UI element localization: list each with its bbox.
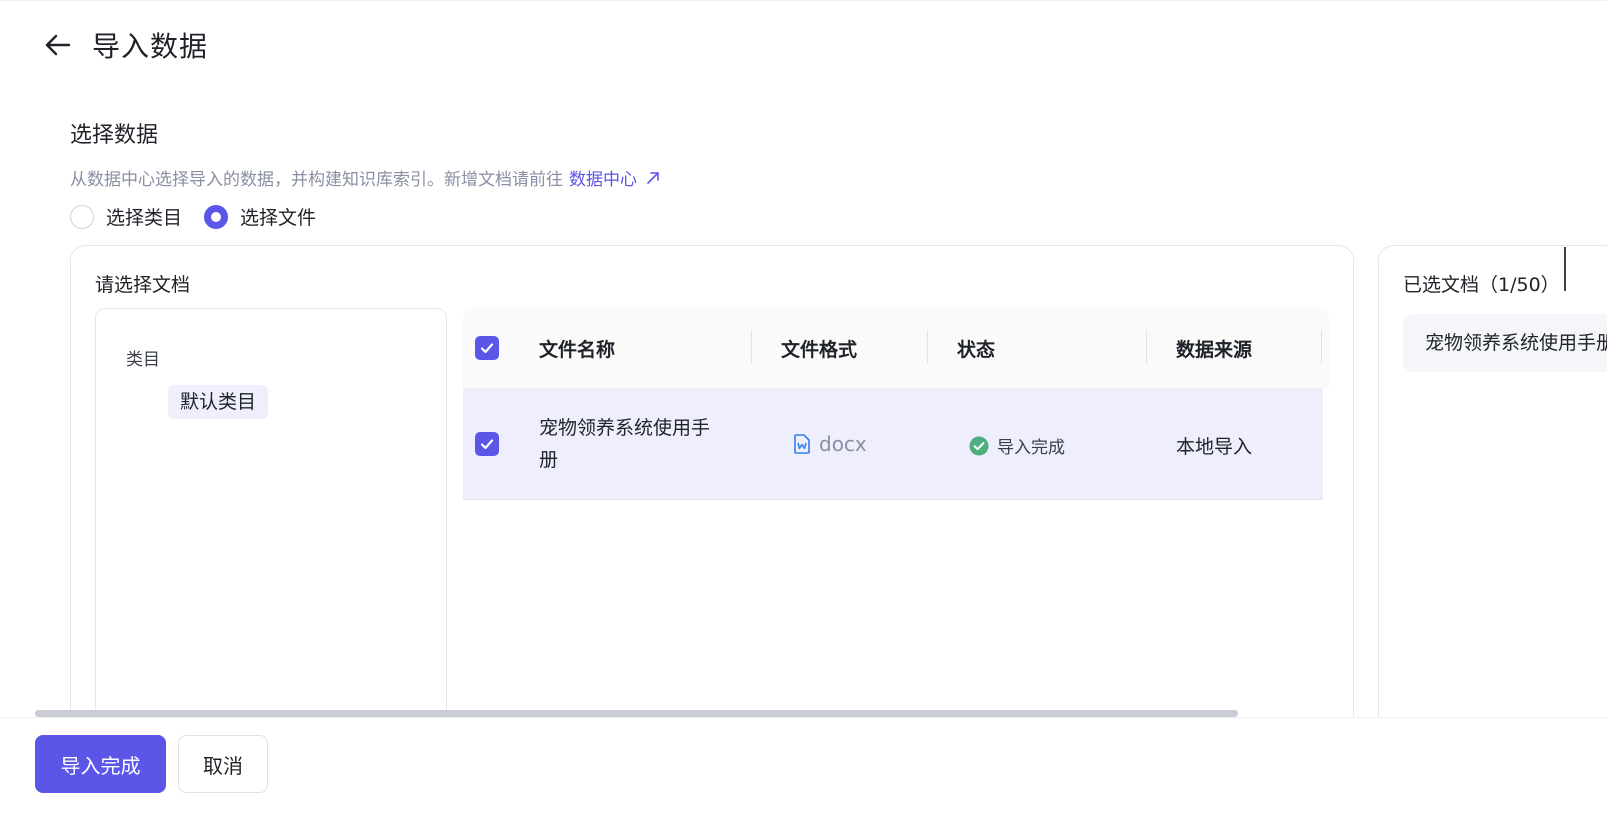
panel-edge-indicator bbox=[1564, 247, 1566, 291]
document-table: 文件名称 文件格式 状态 数据来源 宠物领养系统使用手册 docx 导入完成 本… bbox=[463, 308, 1329, 500]
word-document-icon bbox=[794, 434, 810, 454]
selection-mode-radio-group: 选择类目 选择文件 bbox=[70, 203, 338, 230]
data-center-link-label: 数据中心 bbox=[569, 170, 637, 190]
document-selector-title: 请选择文档 bbox=[95, 274, 191, 296]
column-divider[interactable] bbox=[751, 330, 752, 364]
selected-documents-title: 已选文档（1/50） bbox=[1403, 274, 1560, 296]
section-description-text: 从数据中心选择导入的数据，并构建知识库索引。新增文档请前往 bbox=[70, 170, 563, 190]
status-label: 导入完成 bbox=[997, 438, 1065, 458]
column-header-source: 数据来源 bbox=[1176, 339, 1253, 361]
radio-circle-checked bbox=[204, 204, 229, 229]
radio-circle-unchecked bbox=[70, 204, 94, 229]
column-divider[interactable] bbox=[927, 330, 928, 364]
check-icon bbox=[480, 343, 494, 354]
horizontal-scrollbar-thumb[interactable] bbox=[35, 710, 1238, 717]
select-all-checkbox[interactable] bbox=[475, 336, 499, 360]
data-center-link[interactable]: 数据中心 bbox=[569, 165, 661, 190]
category-heading: 类目 bbox=[126, 350, 160, 370]
radio-label: 选择文件 bbox=[240, 207, 317, 229]
arrow-left-icon bbox=[45, 34, 71, 56]
radio-select-category[interactable]: 选择类目 bbox=[70, 203, 182, 230]
row-checkbox[interactable] bbox=[475, 432, 499, 456]
cell-status: 导入完成 bbox=[969, 433, 1065, 458]
category-item-default[interactable]: 默认类目 bbox=[168, 385, 269, 419]
external-link-icon bbox=[647, 171, 659, 184]
import-data-page: 导入数据 选择数据 从数据中心选择导入的数据，并构建知识库索引。新增文档请前往 … bbox=[0, 0, 1607, 828]
back-button[interactable] bbox=[40, 27, 76, 63]
column-header-name: 文件名称 bbox=[539, 339, 616, 361]
page-header: 导入数据 bbox=[40, 25, 208, 65]
page-title: 导入数据 bbox=[92, 30, 209, 63]
column-divider[interactable] bbox=[1321, 330, 1322, 364]
confirm-import-button[interactable]: 导入完成 bbox=[35, 735, 166, 793]
table-row[interactable]: 宠物领养系统使用手册 docx 导入完成 本地导入 bbox=[463, 388, 1323, 500]
cell-file-name: 宠物领养系统使用手册 bbox=[539, 417, 711, 471]
cancel-button[interactable]: 取消 bbox=[178, 735, 268, 793]
radio-label: 选择类目 bbox=[106, 207, 183, 229]
check-icon bbox=[480, 439, 494, 450]
section-title: 选择数据 bbox=[70, 123, 159, 148]
footer-actions: 导入完成 取消 bbox=[0, 717, 1607, 828]
cell-file-format: docx bbox=[793, 432, 867, 456]
column-divider[interactable] bbox=[1146, 330, 1147, 364]
success-check-icon bbox=[969, 436, 989, 455]
section-description: 从数据中心选择导入的数据，并构建知识库索引。新增文档请前往 数据中心 bbox=[70, 165, 661, 190]
selected-document-item[interactable]: 宠物领养系统使用手册 bbox=[1403, 314, 1607, 372]
column-header-format: 文件格式 bbox=[781, 339, 858, 361]
column-header-status: 状态 bbox=[957, 339, 996, 361]
cell-data-source: 本地导入 bbox=[1176, 436, 1253, 458]
table-header: 文件名称 文件格式 状态 数据来源 bbox=[463, 308, 1329, 388]
file-format-label: docx bbox=[819, 432, 867, 456]
radio-select-file[interactable]: 选择文件 bbox=[204, 203, 316, 230]
